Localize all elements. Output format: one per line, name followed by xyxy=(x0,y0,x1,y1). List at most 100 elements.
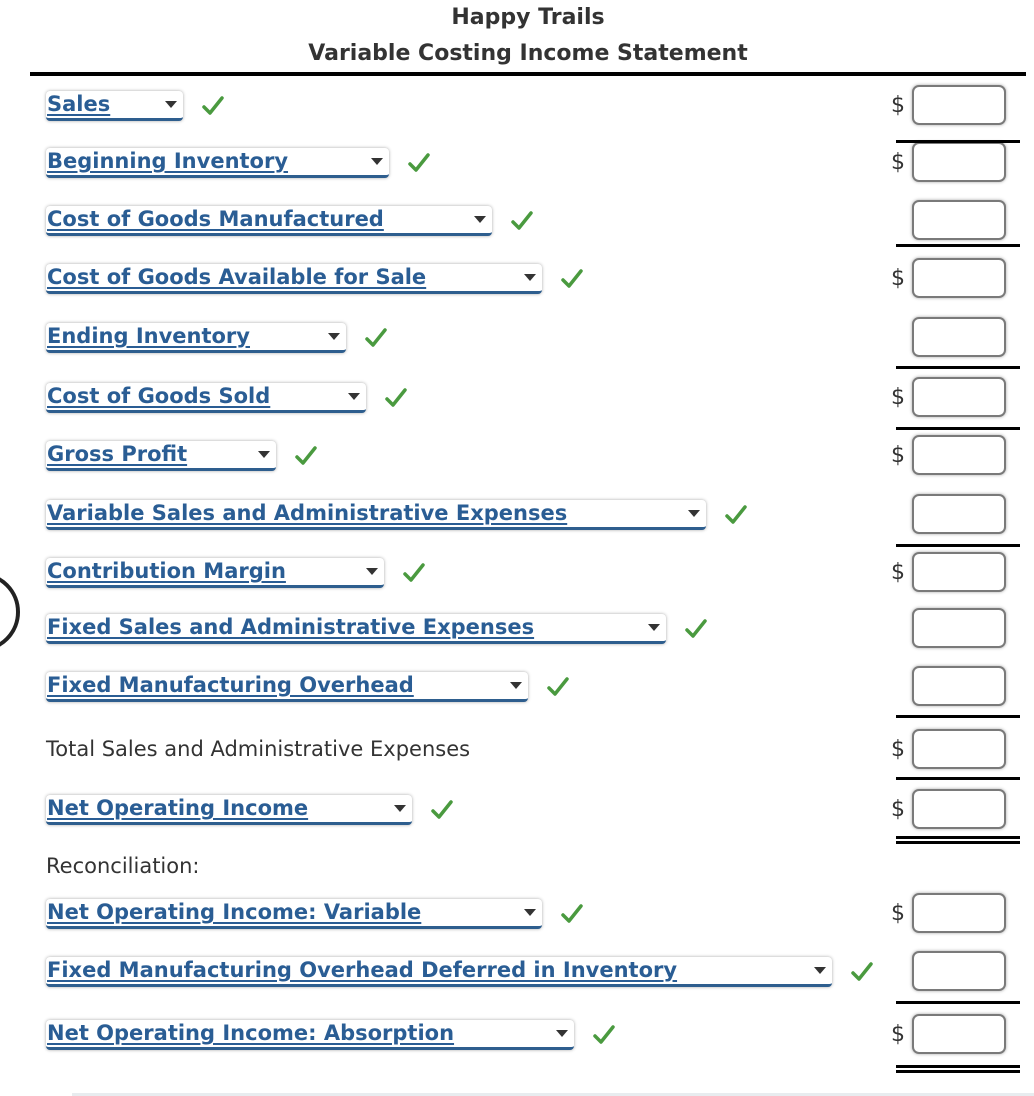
statement-row: Fixed Manufacturing Overhead Deferred in… xyxy=(0,951,1034,1001)
line-item-select[interactable]: Variable Sales and Administrative Expens… xyxy=(46,500,706,530)
line-item-select[interactable]: Cost of Goods Manufactured xyxy=(46,206,492,236)
correct-check-icon xyxy=(402,561,426,585)
statement-row: Ending Inventory xyxy=(0,317,1034,367)
line-item-select[interactable]: Ending Inventory xyxy=(46,323,346,353)
currency-symbol: $ xyxy=(891,385,905,410)
statement-row: Reconciliation: xyxy=(0,853,1034,897)
subtotal-rule xyxy=(896,427,1020,430)
select-label: Ending Inventory xyxy=(47,324,250,348)
currency-symbol: $ xyxy=(891,93,905,118)
line-item-select[interactable]: Fixed Manufacturing Overhead Deferred in… xyxy=(46,957,832,987)
line-item-select[interactable]: Cost of Goods Available for Sale xyxy=(46,264,542,294)
line-item-select[interactable]: Fixed Sales and Administrative Expenses xyxy=(46,614,666,644)
line-item-select[interactable]: Fixed Manufacturing Overhead xyxy=(46,672,528,702)
subtotal-rule xyxy=(896,1001,1020,1004)
dropdown-caret-icon xyxy=(371,158,383,165)
correct-check-icon xyxy=(510,209,534,233)
statement-row: Variable Sales and Administrative Expens… xyxy=(0,494,1034,544)
correct-check-icon xyxy=(364,326,388,350)
correct-check-icon xyxy=(430,798,454,822)
amount-input[interactable] xyxy=(912,435,1006,475)
subtotal-rule xyxy=(896,544,1020,547)
amount-input[interactable] xyxy=(912,1014,1006,1054)
subtotal-rule xyxy=(896,140,1020,143)
dropdown-caret-icon xyxy=(394,805,406,812)
select-label: Fixed Manufacturing Overhead Deferred in… xyxy=(47,958,678,982)
amount-input[interactable] xyxy=(912,666,1006,706)
select-label: Variable Sales and Administrative Expens… xyxy=(47,501,568,525)
currency-symbol: $ xyxy=(891,266,905,291)
total-double-rule xyxy=(896,836,1020,844)
subtotal-rule xyxy=(896,366,1020,369)
section-heading: Reconciliation: xyxy=(46,854,200,878)
dropdown-caret-icon xyxy=(648,624,660,631)
correct-check-icon xyxy=(684,617,708,641)
currency-symbol: $ xyxy=(891,560,905,585)
currency-symbol: $ xyxy=(891,901,905,926)
select-label: Gross Profit xyxy=(47,442,188,466)
correct-check-icon xyxy=(384,386,408,410)
subtotal-rule xyxy=(896,777,1020,780)
statement-title: Variable Costing Income Statement xyxy=(308,41,748,66)
statement-row: Gross Profit $ xyxy=(0,435,1034,485)
amount-input[interactable] xyxy=(912,789,1006,829)
select-label: Cost of Goods Sold xyxy=(47,384,271,408)
dropdown-caret-icon xyxy=(524,274,536,281)
amount-input[interactable] xyxy=(912,951,1006,991)
select-label: Contribution Margin xyxy=(47,559,286,583)
correct-check-icon xyxy=(560,267,584,291)
correct-check-icon xyxy=(560,902,584,926)
statement-row: Sales $ xyxy=(0,85,1034,135)
statement-row: Net Operating Income $ xyxy=(0,789,1034,839)
line-item-select[interactable]: Net Operating Income xyxy=(46,795,412,825)
amount-input[interactable] xyxy=(912,893,1006,933)
line-item-select[interactable]: Cost of Goods Sold xyxy=(46,383,366,413)
dropdown-caret-icon xyxy=(524,909,536,916)
currency-symbol: $ xyxy=(891,797,905,822)
select-label: Cost of Goods Manufactured xyxy=(47,207,384,231)
amount-input[interactable] xyxy=(912,142,1006,182)
select-label: Net Operating Income xyxy=(47,796,309,820)
currency-symbol: $ xyxy=(891,737,905,762)
subtotal-rule xyxy=(896,244,1020,247)
amount-input[interactable] xyxy=(912,552,1006,592)
amount-input[interactable] xyxy=(912,258,1006,298)
amount-input[interactable] xyxy=(912,494,1006,534)
dropdown-caret-icon xyxy=(165,101,177,108)
statement-row: Beginning Inventory $ xyxy=(0,142,1034,192)
line-item-label: Total Sales and Administrative Expenses xyxy=(46,737,471,761)
statement-row: Net Operating Income: Absorption $ xyxy=(0,1014,1034,1064)
select-label: Cost of Goods Available for Sale xyxy=(47,265,427,289)
statement-row: Net Operating Income: Variable $ xyxy=(0,893,1034,943)
correct-check-icon xyxy=(724,503,748,527)
correct-check-icon xyxy=(201,94,225,118)
dropdown-caret-icon xyxy=(688,510,700,517)
statement-row: Fixed Manufacturing Overhead xyxy=(0,666,1034,716)
line-item-select[interactable]: Net Operating Income: Absorption xyxy=(46,1020,574,1050)
statement-row: Cost of Goods Available for Sale $ xyxy=(0,258,1034,308)
correct-check-icon xyxy=(546,675,570,699)
amount-input[interactable] xyxy=(912,377,1006,417)
amount-input[interactable] xyxy=(912,200,1006,240)
line-item-select[interactable]: Gross Profit xyxy=(46,441,276,471)
company-name: Happy Trails xyxy=(451,5,605,30)
select-label: Fixed Sales and Administrative Expenses xyxy=(47,615,535,639)
line-item-select[interactable]: Net Operating Income: Variable xyxy=(46,899,542,929)
select-label: Net Operating Income: Variable xyxy=(47,900,422,924)
total-double-rule xyxy=(896,1065,1020,1073)
line-item-select[interactable]: Sales xyxy=(46,91,183,121)
header-rule xyxy=(30,72,1026,76)
amount-input[interactable] xyxy=(912,608,1006,648)
dropdown-caret-icon xyxy=(474,216,486,223)
amount-input[interactable] xyxy=(912,729,1006,769)
amount-input[interactable] xyxy=(912,317,1006,357)
amount-input[interactable] xyxy=(912,85,1006,125)
correct-check-icon xyxy=(407,151,431,175)
statement-row: Fixed Sales and Administrative Expenses xyxy=(0,608,1034,658)
dropdown-caret-icon xyxy=(258,451,270,458)
currency-symbol: $ xyxy=(891,443,905,468)
line-item-select[interactable]: Beginning Inventory xyxy=(46,148,389,178)
statement-row: Cost of Goods Sold $ xyxy=(0,377,1034,427)
line-item-select[interactable]: Contribution Margin xyxy=(46,558,384,588)
correct-check-icon xyxy=(592,1023,616,1047)
